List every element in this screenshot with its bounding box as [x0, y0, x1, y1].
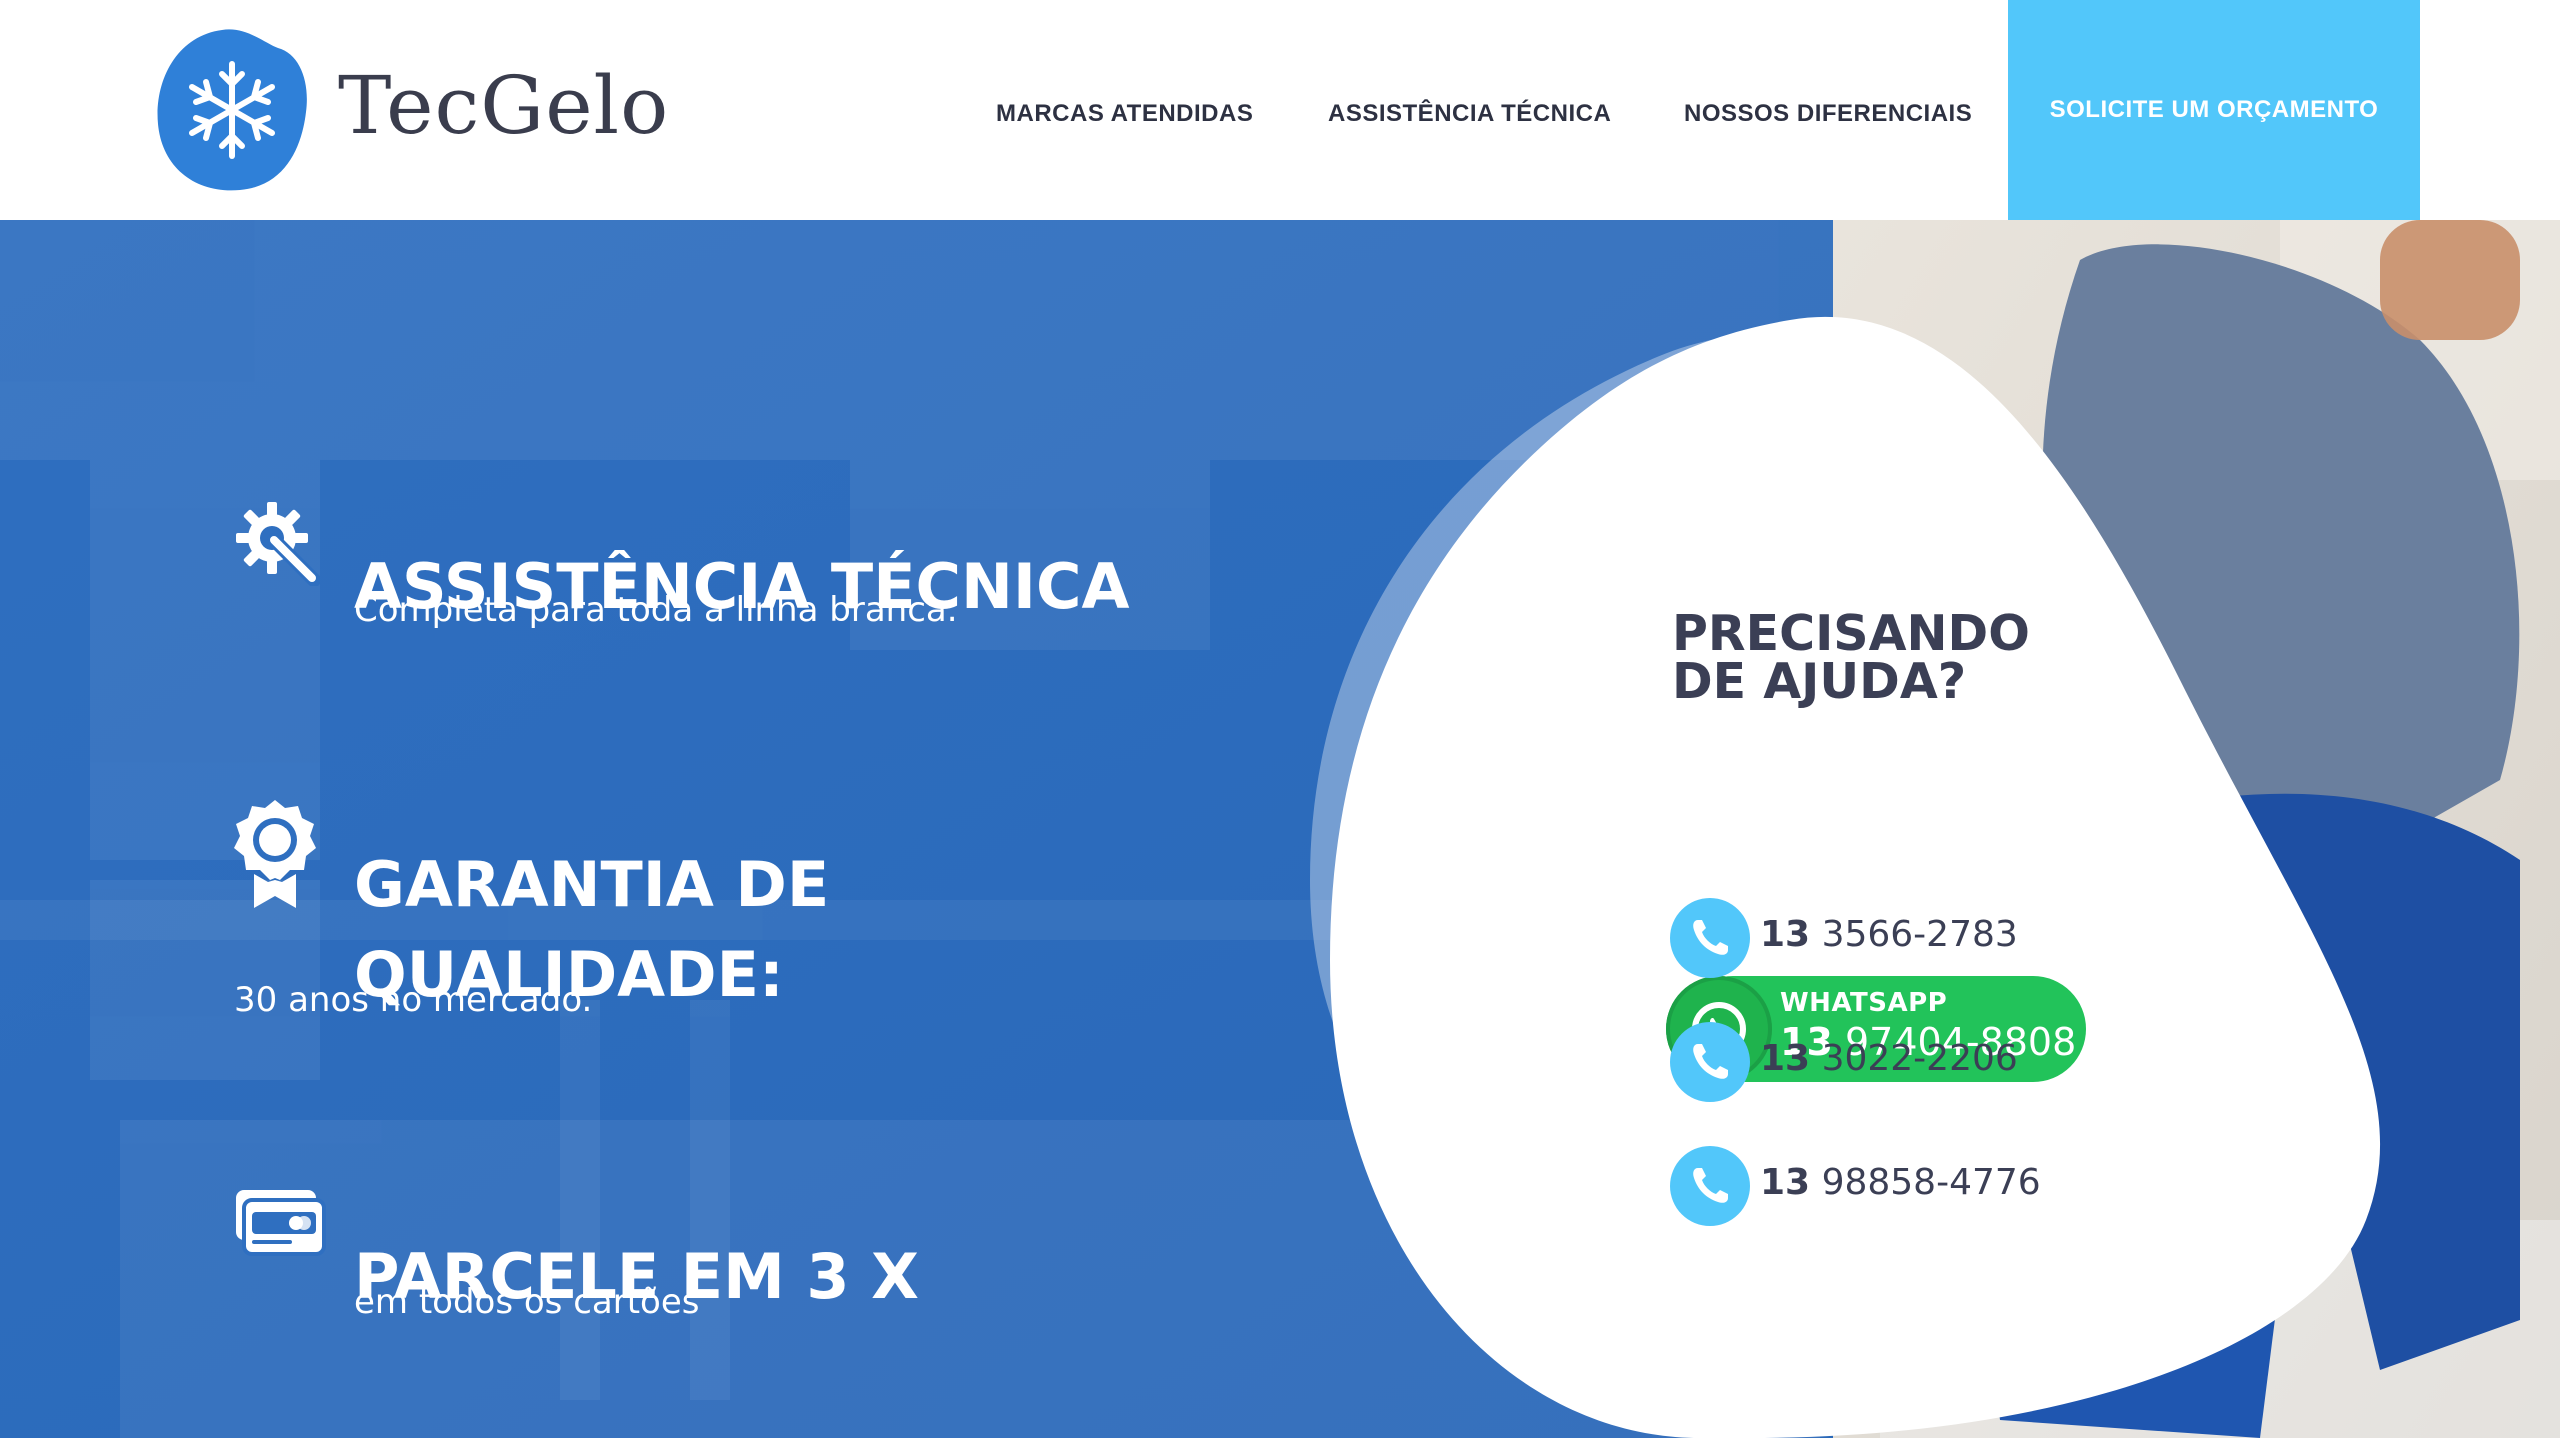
site-header: TecGelo MARCAS ATENDIDAS ASSISTÊNCIA TÉC… — [0, 0, 2560, 220]
request-quote-button[interactable]: SOLICITE UM ORÇAMENTO — [2008, 0, 2420, 220]
whatsapp-label: WHATSAPP — [1780, 988, 1948, 1018]
phone-icon — [1670, 1146, 1750, 1226]
request-quote-label: SOLICITE UM ORÇAMENTO — [2049, 96, 2379, 123]
nav-nossos-diferenciais[interactable]: NOSSOS DIFERENCIAIS — [1684, 100, 1972, 128]
phone-icon — [1670, 1022, 1750, 1102]
gear-wrench-icon — [234, 500, 321, 590]
phone-1-ddd: 13 — [1760, 914, 1811, 955]
nav-marcas-atendidas[interactable]: MARCAS ATENDIDAS — [996, 100, 1253, 128]
feature-quality-subtitle: 30 anos no mercado. — [234, 980, 593, 1020]
credit-cards-icon — [234, 1188, 326, 1262]
phone-3-number: 98858-4776 — [1821, 1162, 2041, 1203]
phone-3-ddd: 13 — [1760, 1162, 1811, 1203]
help-title: PRECISANDO DE AJUDA? — [1672, 605, 2030, 710]
nav-assistencia-tecnica[interactable]: ASSISTÊNCIA TÉCNICA — [1328, 100, 1611, 128]
feature-assistance-subtitle: Completa para toda a linha branca. — [354, 590, 958, 630]
feature-quality-title-line1: GARANTIA DE — [354, 848, 830, 921]
brand-name[interactable]: TecGelo — [338, 66, 669, 146]
phone-2-number: 3022-2206 — [1821, 1038, 2018, 1079]
phone-2-ddd: 13 — [1760, 1038, 1811, 1079]
hero-section: ASSISTÊNCIA TÉCNICA Completa para toda a… — [0, 220, 2560, 1438]
quality-badge-icon — [232, 798, 318, 916]
feature-installments-subtitle: em todos os cartões — [354, 1282, 700, 1322]
snowflake-logo-icon[interactable] — [154, 26, 310, 192]
phone-1-number: 3566-2783 — [1821, 914, 2018, 955]
help-title-line2: DE AJUDA? — [1672, 653, 1967, 710]
help-title-line1: PRECISANDO — [1672, 605, 2030, 662]
phone-icon — [1670, 898, 1750, 978]
